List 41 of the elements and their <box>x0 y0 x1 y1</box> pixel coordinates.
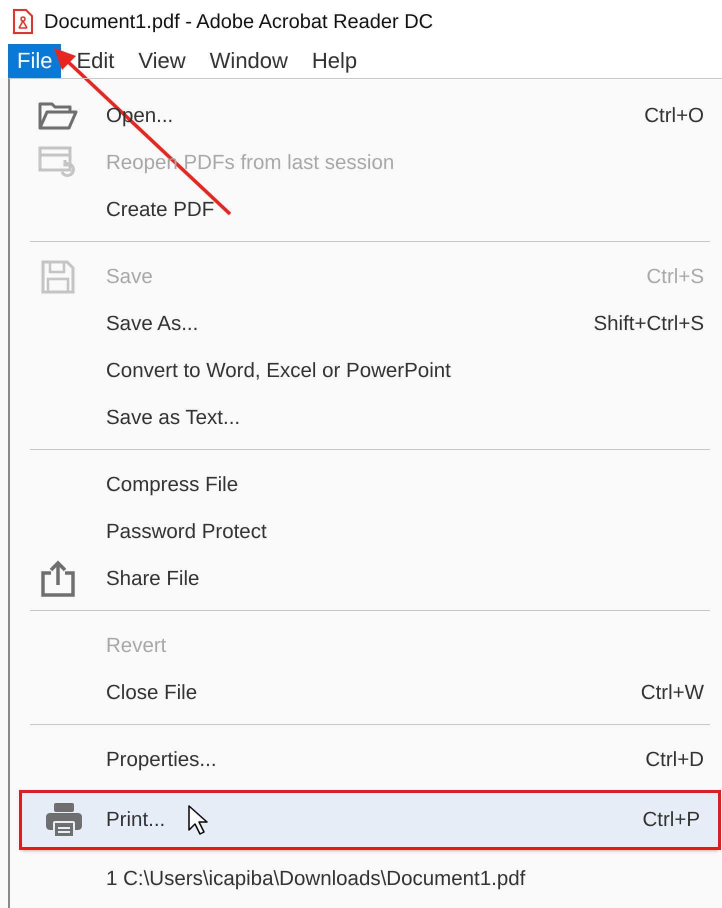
shortcut-text: Ctrl+D <box>645 748 704 772</box>
share-icon <box>39 560 77 598</box>
shortcut-text: Ctrl+W <box>640 680 704 704</box>
pdf-file-icon <box>12 9 34 35</box>
menu-item-label: Reopen PDFs from last session <box>106 150 394 174</box>
menu-item-label: Save As... <box>106 312 198 336</box>
menu-item-label: Print... <box>106 808 166 832</box>
menu-item-label: Convert to Word, Excel or PowerPoint <box>106 358 451 382</box>
menu-item[interactable]: Properties... Ctrl+D <box>10 736 722 783</box>
menu-item[interactable]: Save as Text... <box>10 394 722 441</box>
menu-item-label: 1 C:\Users\icapiba\Downloads\Document1.pdf <box>106 866 526 890</box>
menu-item[interactable]: Password Protect <box>10 508 722 555</box>
menu-item[interactable]: Close File Ctrl+W <box>10 669 722 716</box>
shortcut-text: Ctrl+S <box>646 264 704 288</box>
menu-item[interactable]: File <box>8 44 62 78</box>
menu-item-label: Properties... <box>106 748 217 772</box>
menu-item-label: Share File <box>106 566 200 590</box>
menu-item[interactable]: Edit <box>67 44 124 78</box>
menu-item-label: Revert <box>106 634 166 658</box>
shortcut-text: Ctrl+O <box>644 104 704 128</box>
shortcut-text: Shift+Ctrl+S <box>593 312 704 336</box>
menu-item[interactable]: Save As... Shift+Ctrl+S <box>10 300 722 347</box>
menu-item[interactable]: Window <box>200 44 297 78</box>
shortcut-text: Ctrl+P <box>642 808 700 832</box>
menu-item-label: Create PDF <box>106 198 214 222</box>
menu-item-label: Password Protect <box>106 520 267 544</box>
window-title: Document1.pdf - Adobe Acrobat Reader DC <box>44 10 434 34</box>
menu-item[interactable]: Print... Ctrl+P <box>22 791 718 849</box>
menu-item-label: Save <box>106 264 153 288</box>
menu-item-label: Save as Text... <box>106 406 240 430</box>
menu-item-label: Close File <box>106 680 198 704</box>
menu-item[interactable]: Compress File <box>10 461 722 508</box>
printer-icon <box>45 802 83 838</box>
menu-item[interactable]: View <box>129 44 195 78</box>
menu-item[interactable]: Share File <box>10 555 722 602</box>
menu-item[interactable]: Help <box>302 44 366 78</box>
menu-item[interactable]: Convert to Word, Excel or PowerPoint <box>10 347 722 394</box>
menu-item-label: Compress File <box>106 472 238 496</box>
menu-item[interactable]: Create PDF <box>10 186 722 233</box>
folder-icon <box>38 100 78 132</box>
menu-item[interactable]: 1 C:\Users\icapiba\Downloads\Document1.pdf <box>10 855 722 902</box>
